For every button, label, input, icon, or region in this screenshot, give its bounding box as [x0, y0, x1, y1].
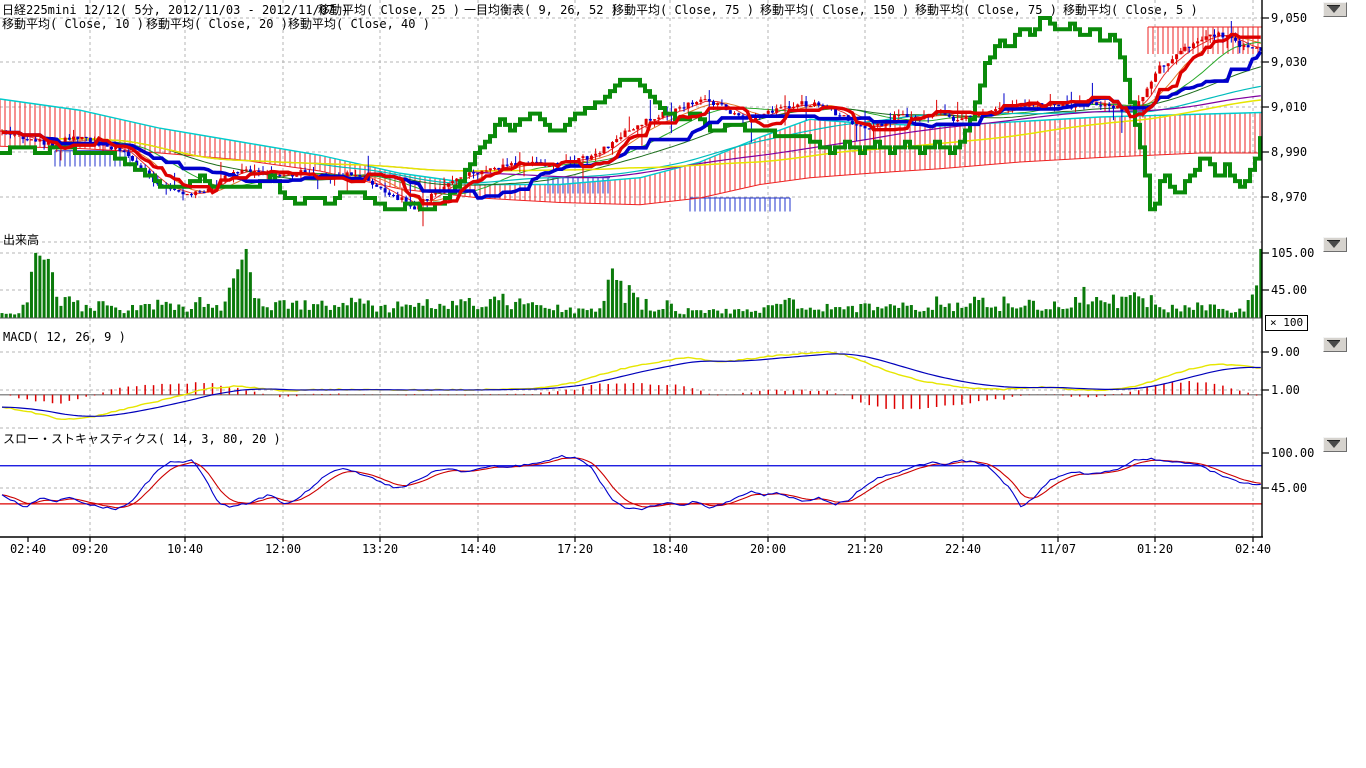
volume-panel-label: 出来高 [3, 231, 39, 248]
x-axis-tick-label: 13:20 [362, 542, 398, 556]
y-axis-tick-label: 9.00 [1271, 345, 1300, 359]
legend-item: 移動平均( Close, 20 ) [146, 15, 288, 32]
trading-chart-app: 日経225mini 12/12( 5分, 2012/11/03 - 2012/1… [0, 0, 1366, 768]
y-axis-tick-label: 9,010 [1271, 100, 1307, 114]
y-axis-tick-label: 8,970 [1271, 190, 1307, 204]
kijun-line [2, 52, 1261, 198]
macd-plot [0, 352, 1262, 420]
y-axis-tick-label: 105.00 [1271, 246, 1314, 260]
legend-item: 移動平均( Close, 5 ) [1063, 1, 1198, 18]
y-axis-tick-label: 1.00 [1271, 383, 1300, 397]
y-axis-tick-label: 100.00 [1271, 446, 1314, 460]
macd-panel-label: MACD( 12, 26, 9 ) [3, 330, 126, 344]
x-axis-tick-label: 21:20 [847, 542, 883, 556]
legend-item: 移動平均( Close, 75 ) [612, 1, 754, 18]
x-axis-tick-label: 17:20 [557, 542, 593, 556]
y-axis-tick-label: 9,050 [1271, 11, 1307, 25]
legend-item: 移動平均( Close, 75 ) [915, 1, 1057, 18]
x-axis-tick-label: 18:40 [652, 542, 688, 556]
price-panel-dropdown-button[interactable] [1323, 2, 1347, 17]
legend-item: 移動平均( Close, 40 ) [288, 15, 430, 32]
chart-surface[interactable] [0, 0, 1366, 560]
y-axis-tick-label: 8,990 [1271, 145, 1307, 159]
x-axis-tick-label: 02:40 [1235, 542, 1271, 556]
stoch-panel-dropdown-button[interactable] [1323, 437, 1347, 452]
legend-item: 移動平均( Close, 10 ) [2, 15, 144, 32]
volume-panel-dropdown-button[interactable] [1323, 237, 1347, 252]
macd-panel-dropdown-button[interactable] [1323, 337, 1347, 352]
x-axis-tick-label: 02:40 [10, 542, 46, 556]
x-axis-tick-label: 20:00 [750, 542, 786, 556]
volume-bars [1, 249, 1263, 318]
legend-item: 一目均衡表( 9, 26, 52 ) [464, 1, 618, 18]
x-axis-tick-label: 22:40 [945, 542, 981, 556]
y-axis-tick-label: 45.00 [1271, 481, 1307, 495]
candles [1, 21, 1263, 226]
x-axis-tick-label: 14:40 [460, 542, 496, 556]
x-axis-tick-label: 11/07 [1040, 542, 1076, 556]
volume-multiplier-badge: × 100 [1265, 315, 1308, 331]
x-axis-tick-label: 09:20 [72, 542, 108, 556]
stoch-panel-label: スロー・ストキャスティクス( 14, 3, 80, 20 ) [3, 430, 281, 447]
y-axis-tick-label: 9,030 [1271, 55, 1307, 69]
stochastics-plot [0, 455, 1262, 509]
x-axis-tick-label: 01:20 [1137, 542, 1173, 556]
legend-item: 移動平均( Close, 150 ) [760, 1, 909, 18]
ma-line-MA150 [2, 100, 1261, 171]
x-axis-tick-label: 10:40 [167, 542, 203, 556]
x-axis-tick-label: 12:00 [265, 542, 301, 556]
y-axis-tick-label: 45.00 [1271, 283, 1307, 297]
